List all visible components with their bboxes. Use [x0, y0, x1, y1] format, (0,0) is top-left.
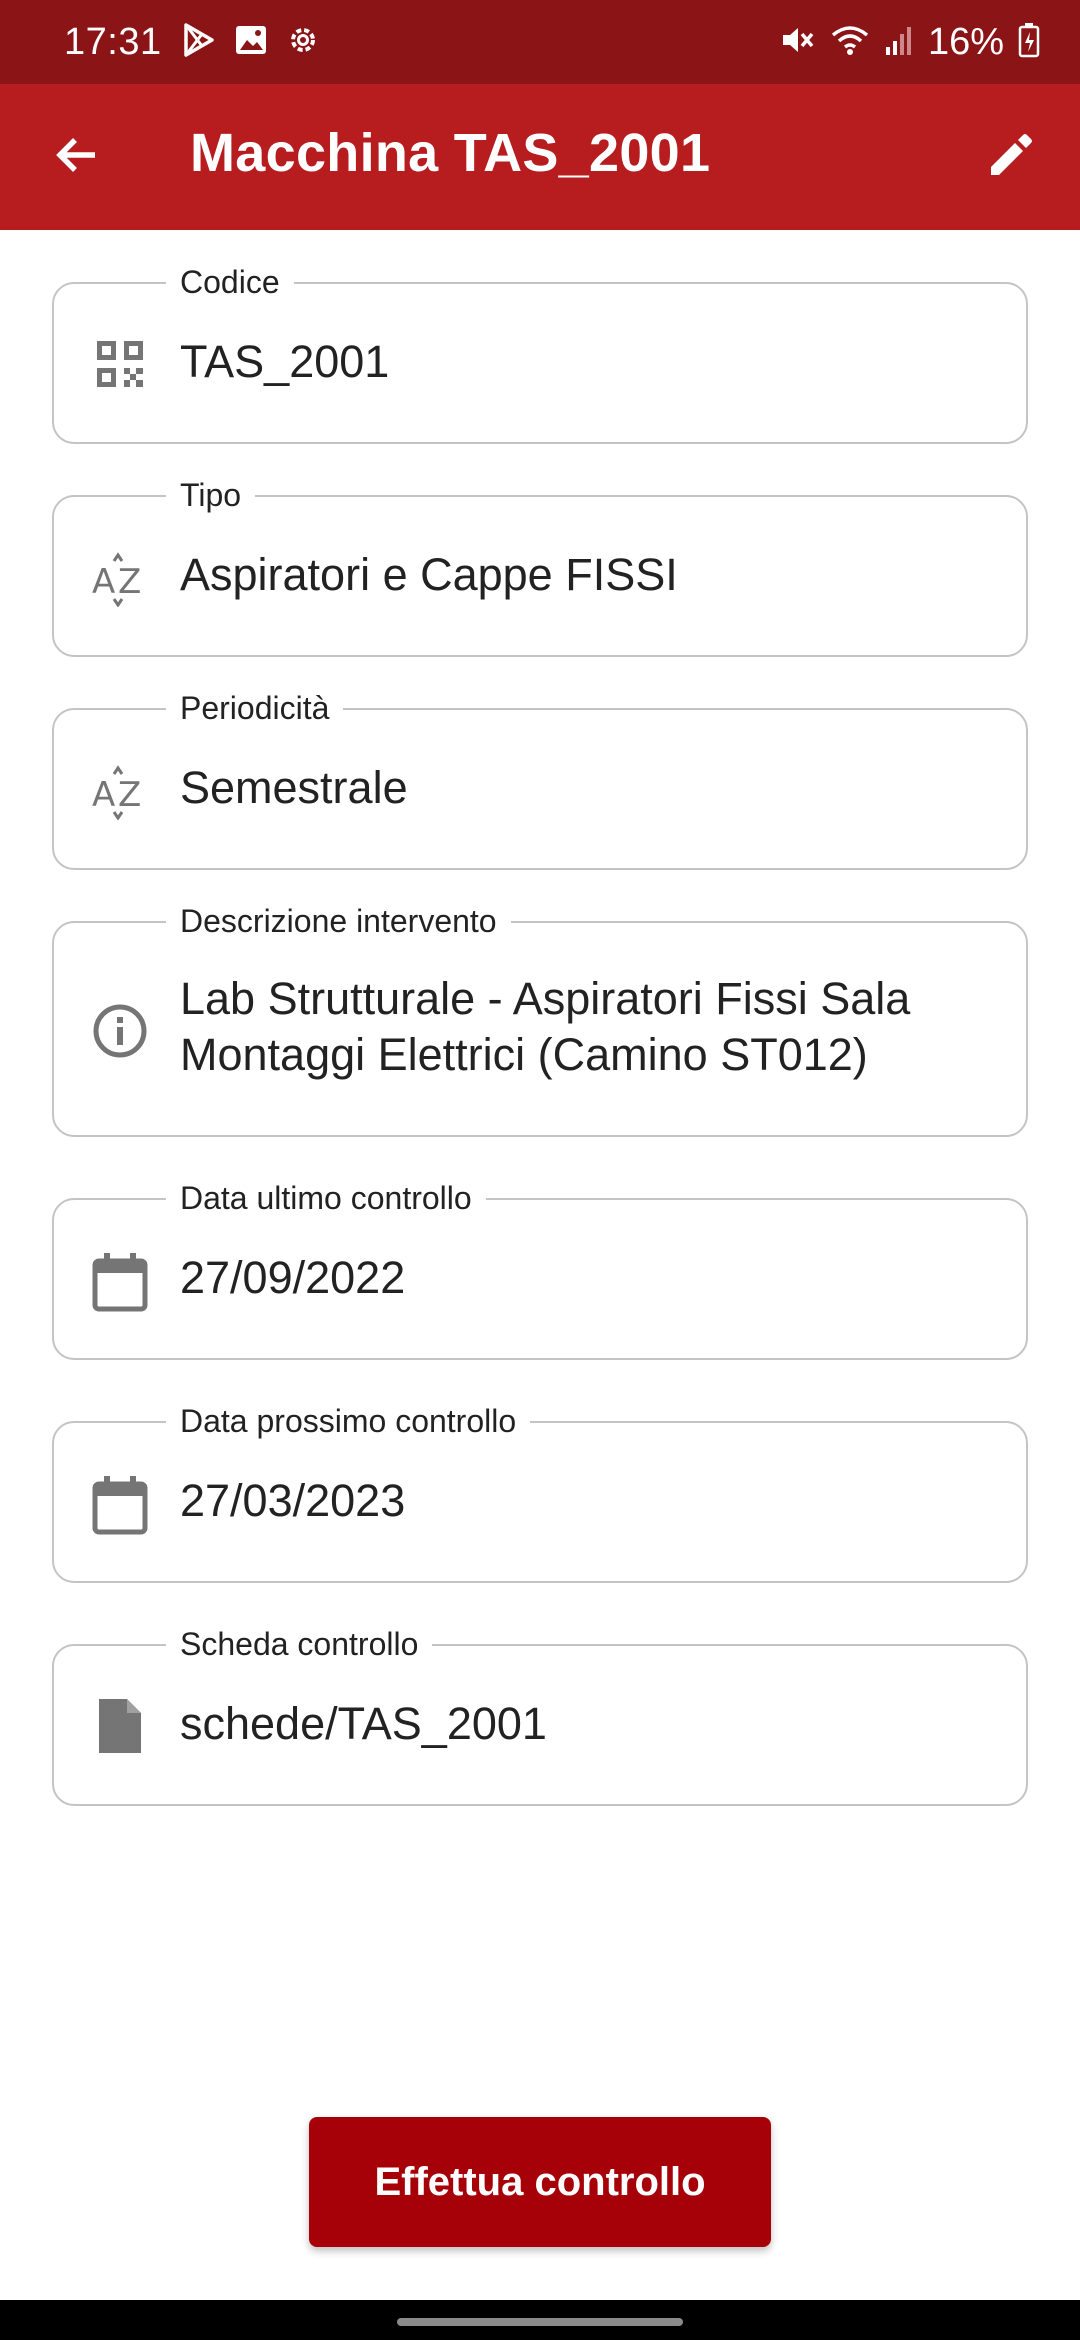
wifi-icon: [830, 23, 870, 62]
field-data-prossimo-controllo[interactable]: Data prossimo controllo 27/03/2023: [52, 1399, 1028, 1583]
edit-button[interactable]: [976, 122, 1046, 192]
svg-text:A: A: [92, 562, 115, 602]
field-periodicita[interactable]: Periodicità AZ Semestrale: [52, 686, 1028, 870]
svg-text:A: A: [92, 775, 115, 815]
app-bar: Macchina TAS_2001: [0, 84, 1080, 230]
field-label: Scheda controllo: [166, 1622, 433, 1666]
edit-pencil-icon: [985, 129, 1037, 186]
sort-az-icon: AZ: [90, 549, 150, 609]
field-label: Data ultimo controllo: [166, 1176, 486, 1220]
svg-text:Z: Z: [118, 775, 141, 815]
field-value-line: Montaggi Elettrici (Camino ST012): [180, 1029, 868, 1080]
mute-icon: [780, 23, 816, 62]
sort-az-icon: AZ: [90, 762, 150, 822]
back-button[interactable]: [44, 124, 110, 190]
play-store-icon: [182, 22, 216, 63]
field-label: Periodicità: [166, 686, 344, 730]
field-value: 27/03/2023: [180, 1475, 406, 1526]
field-value-multiline: Lab Strutturale - Aspiratori Fissi Sala …: [180, 971, 986, 1083]
field-value: Semestrale: [180, 762, 408, 813]
field-value: schede/TAS_2001: [180, 1698, 547, 1749]
gallery-icon: [234, 24, 268, 61]
arrow-back-icon: [53, 131, 101, 184]
info-icon: [90, 1001, 150, 1061]
status-time: 17:31: [64, 20, 162, 63]
svg-text:Z: Z: [118, 562, 141, 602]
field-label: Data prossimo controllo: [166, 1399, 531, 1443]
field-label: Descrizione intervento: [166, 899, 511, 943]
status-bar: 17:31 16%: [0, 0, 1080, 84]
signal-icon: [884, 23, 914, 62]
battery-charging-icon: [1018, 22, 1040, 63]
status-notification-icons: [182, 22, 320, 63]
field-label: Tipo: [166, 473, 256, 517]
effettua-controllo-button[interactable]: Effettua controllo: [309, 2117, 771, 2247]
field-label: Codice: [166, 260, 294, 304]
calendar-icon: [90, 1475, 150, 1535]
field-value-line: Lab Strutturale - Aspiratori Fissi Sala: [180, 973, 911, 1024]
status-system-icons: 16%: [780, 21, 1040, 64]
home-indicator[interactable]: [397, 2318, 683, 2326]
file-icon: [90, 1696, 150, 1756]
field-scheda-controllo[interactable]: Scheda controllo schede/TAS_2001: [52, 1622, 1028, 1806]
field-tipo[interactable]: Tipo AZ Aspiratori e Cappe FISSI: [52, 473, 1028, 657]
battery-percent: 16%: [927, 20, 1004, 63]
field-value: TAS_2001: [180, 336, 390, 387]
settings-icon: [286, 23, 320, 62]
field-value: Aspiratori e Cappe FISSI: [180, 549, 678, 600]
calendar-icon: [90, 1252, 150, 1312]
page-title: Macchina TAS_2001: [190, 123, 711, 183]
qr-code-icon: [90, 334, 150, 394]
field-descrizione-intervento[interactable]: Descrizione intervento Lab Strutturale -…: [52, 899, 1028, 1137]
field-codice[interactable]: Codice TAS_2001: [52, 260, 1028, 444]
field-value: 27/09/2022: [180, 1252, 406, 1303]
field-data-ultimo-controllo[interactable]: Data ultimo controllo 27/09/2022: [52, 1176, 1028, 1360]
